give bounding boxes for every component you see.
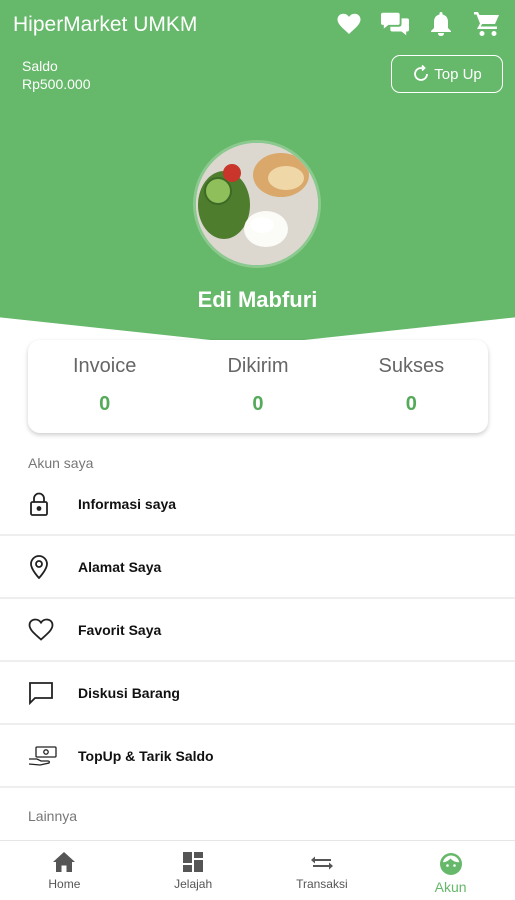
- stat-value: 0: [252, 393, 264, 415]
- money-hand-icon: [28, 745, 57, 766]
- top-up-button[interactable]: Top Up: [391, 55, 503, 93]
- stat-label: Invoice: [72, 355, 137, 377]
- nav-akun[interactable]: Akun: [386, 841, 515, 900]
- nav-label: Akun: [434, 879, 467, 895]
- stat-invoice[interactable]: Invoice 0: [28, 340, 181, 433]
- grid-icon: [183, 852, 204, 872]
- face-icon: [439, 853, 462, 875]
- cart-icon[interactable]: [473, 10, 501, 38]
- nav-jelajah[interactable]: Jelajah: [129, 841, 258, 900]
- menu-item-label: Favorit Saya: [78, 621, 162, 638]
- menu-item-label: Informasi saya: [78, 495, 177, 512]
- nav-label: Jelajah: [174, 877, 213, 891]
- saldo-value: Rp500.000: [22, 76, 91, 92]
- stat-dikirim[interactable]: Dikirim 0: [181, 340, 334, 433]
- stat-value: 0: [99, 393, 111, 415]
- menu-item-informasi-saya[interactable]: Informasi saya: [0, 473, 515, 536]
- account-menu: Informasi saya Alamat Saya Favorit Saya …: [0, 473, 515, 788]
- top-up-label: Top Up: [434, 65, 482, 83]
- top-action-bar: [335, 10, 501, 38]
- refresh-icon: [414, 65, 429, 81]
- location-pin-icon: [30, 554, 48, 579]
- heart-outline-icon: [28, 618, 54, 641]
- avatar[interactable]: [193, 140, 321, 268]
- heart-icon[interactable]: [335, 10, 363, 38]
- menu-item-label: Diskusi Barang: [78, 684, 180, 701]
- bell-icon[interactable]: [427, 10, 455, 38]
- lock-icon: [30, 492, 48, 516]
- app-title: HiperMarket UMKM: [13, 13, 198, 36]
- menu-item-label: TopUp & Tarik Saldo: [78, 747, 214, 764]
- stat-label: Dikirim: [227, 355, 289, 377]
- nav-label: Transaksi: [296, 877, 348, 891]
- chat-icon[interactable]: [381, 10, 409, 38]
- chat-bubble-icon: [29, 681, 53, 705]
- menu-item-favorit-saya[interactable]: Favorit Saya: [0, 599, 515, 662]
- menu-item-diskusi-barang[interactable]: Diskusi Barang: [0, 662, 515, 725]
- user-name: Edi Mabfuri: [197, 287, 318, 312]
- saldo-label: Saldo: [22, 58, 58, 74]
- nav-home[interactable]: Home: [0, 841, 129, 900]
- menu-item-topup-tarik-saldo[interactable]: TopUp & Tarik Saldo: [0, 725, 515, 788]
- nav-label: Home: [48, 877, 81, 891]
- menu-item-label: Alamat Saya: [78, 558, 162, 575]
- section-title-lainnya: Lainnya: [28, 808, 78, 824]
- section-title-akun-saya: Akun saya: [28, 455, 94, 471]
- nav-transaksi[interactable]: Transaksi: [258, 841, 387, 900]
- swap-icon: [310, 856, 333, 870]
- stat-sukses[interactable]: Sukses 0: [335, 340, 488, 433]
- bottom-navigation: Home Jelajah Transaksi Akun: [0, 840, 515, 900]
- stat-value: 0: [405, 393, 417, 415]
- menu-item-alamat-saya[interactable]: Alamat Saya: [0, 536, 515, 599]
- home-icon: [53, 852, 76, 872]
- order-stats-card: Invoice 0 Dikirim 0 Sukses 0: [28, 340, 488, 433]
- stat-label: Sukses: [378, 355, 445, 377]
